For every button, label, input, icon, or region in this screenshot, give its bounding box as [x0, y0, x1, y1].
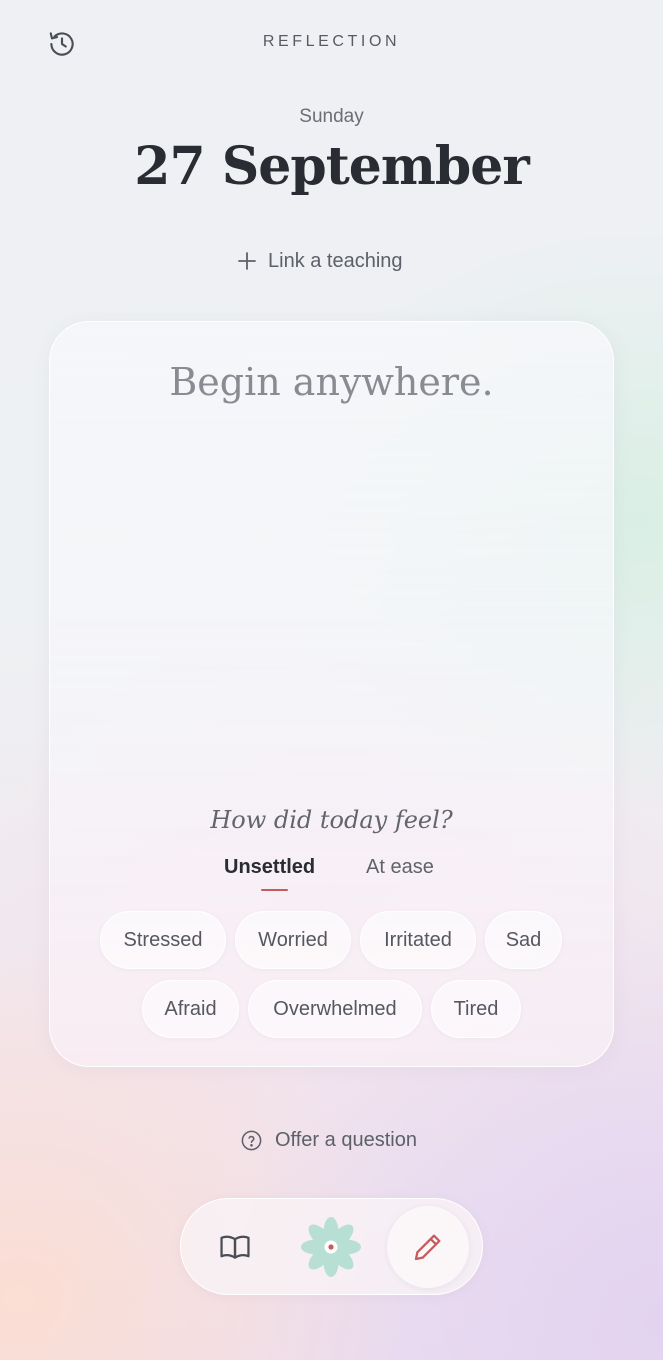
weekday-label: Sunday [299, 106, 364, 127]
mood-chip-overwhelmed[interactable]: Overwhelmed [248, 980, 422, 1038]
nav-home-button[interactable] [291, 1207, 371, 1287]
tab-at-ease[interactable]: At ease [366, 856, 434, 879]
lotus-icon [301, 1217, 361, 1277]
offer-question-button[interactable]: Offer a question [240, 1124, 417, 1156]
nav-journal-button[interactable] [195, 1207, 275, 1287]
offer-question-label: Offer a question [275, 1128, 417, 1151]
link-teaching-label: Link a teaching [268, 249, 403, 272]
mood-chip-worried[interactable]: Worried [235, 911, 351, 969]
mood-chip-stressed[interactable]: Stressed [100, 911, 226, 969]
date-title: 27 September [134, 136, 529, 197]
pencil-icon [414, 1234, 441, 1261]
help-circle-icon [241, 1130, 262, 1150]
mood-chip-irritated[interactable]: Irritated [360, 911, 476, 969]
tab-unsettled[interactable]: Unsettled [224, 856, 315, 879]
mood-question: How did today feel? [210, 806, 453, 834]
nav-write-button[interactable] [387, 1206, 469, 1288]
active-tab-indicator [261, 889, 288, 891]
plus-icon [238, 252, 256, 270]
mood-chip-sad[interactable]: Sad [485, 911, 562, 969]
mood-chip-afraid[interactable]: Afraid [142, 980, 239, 1038]
mood-chip-tired[interactable]: Tired [431, 980, 521, 1038]
app-title: REFLECTION [262, 33, 401, 50]
link-teaching-button[interactable]: Link a teaching [236, 244, 403, 278]
entry-editor[interactable]: Begin anywhere. [0, 360, 663, 404]
book-icon [220, 1235, 250, 1259]
header: REFLECTION [0, 0, 663, 84]
